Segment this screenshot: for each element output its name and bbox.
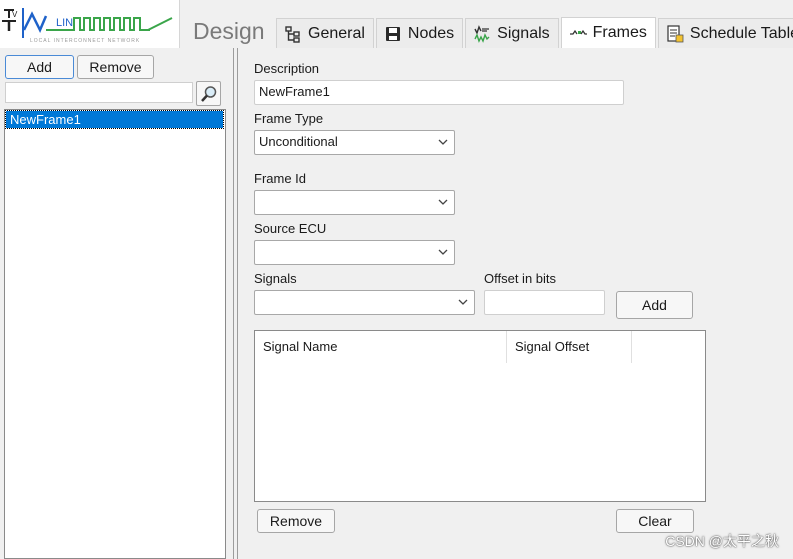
remove-frame-button[interactable]: Remove (77, 55, 154, 79)
logo-tagline: LOCAL INTERCONNECT NETWORK (30, 38, 141, 44)
chevron-down-icon (458, 299, 468, 306)
offset-label: Offset in bits (484, 271, 557, 286)
tab-signals-label: Signals (497, 24, 550, 42)
tab-nodes[interactable]: Nodes (375, 18, 464, 48)
add-frame-button[interactable]: Add (5, 55, 74, 79)
tab-frames[interactable]: Frames (560, 17, 656, 48)
watermark: CSDN @太平之秋 (665, 533, 779, 549)
frame-type-value: Unconditional (259, 134, 338, 149)
frames-list-panel: Add Remove NewFrame1 (0, 48, 232, 559)
description-label: Description (254, 61, 320, 76)
column-header-signal-offset[interactable]: Signal Offset (507, 331, 632, 363)
tab-schedule-table[interactable]: Schedule Table (657, 18, 793, 48)
panel-splitter[interactable] (232, 48, 240, 559)
tree-icon (284, 25, 302, 43)
source-ecu-label: Source ECU (254, 221, 327, 236)
chevron-down-icon (438, 139, 448, 146)
frame-list[interactable]: NewFrame1 (4, 109, 226, 559)
frame-id-label: Frame Id (254, 171, 307, 186)
tab-schedule-table-label: Schedule Table (689, 24, 793, 42)
tab-signals[interactable]: Signals (465, 18, 559, 48)
svg-text:V: V (12, 10, 18, 19)
frame-id-select[interactable] (254, 190, 455, 215)
frame-editor-panel: Description NewFrame1 Frame Type Uncondi… (240, 48, 793, 559)
save-disk-icon (384, 25, 402, 43)
tab-general[interactable]: General (276, 18, 374, 48)
frame-type-select[interactable]: Unconditional (254, 130, 455, 155)
signal-table[interactable]: Signal Name Signal Offset (254, 330, 706, 502)
chevron-down-icon (438, 199, 448, 206)
tab-bar: General Nodes Signals Frames Schedule Ta… (276, 17, 793, 48)
tab-frames-label: Frames (592, 24, 647, 41)
tab-nodes-label: Nodes (407, 24, 455, 42)
add-signal-button[interactable]: Add (616, 291, 693, 319)
description-field[interactable]: NewFrame1 (254, 80, 624, 105)
remove-signal-button[interactable]: Remove (257, 509, 335, 533)
design-heading: Design (193, 18, 265, 44)
signals-label: Signals (254, 271, 297, 286)
list-item[interactable]: NewFrame1 (5, 110, 224, 129)
search-icon (201, 86, 217, 102)
source-ecu-select[interactable] (254, 240, 455, 265)
tab-general-label: General (308, 24, 365, 42)
offset-field[interactable] (484, 290, 605, 315)
chevron-down-icon (438, 249, 448, 256)
app-logo: V LIN LOCAL INTERCONNECT NETWORK (0, 0, 180, 48)
frame-search-input[interactable] (5, 82, 193, 103)
clear-signals-button[interactable]: Clear (616, 509, 694, 533)
signals-select[interactable] (254, 290, 475, 315)
svg-text:LIN: LIN (56, 17, 73, 29)
frames-icon (569, 24, 587, 42)
schedule-table-icon (666, 24, 684, 43)
search-button[interactable] (196, 81, 221, 106)
signals-icon (473, 24, 491, 43)
column-header-signal-name[interactable]: Signal Name (255, 331, 507, 363)
frame-type-label: Frame Type (254, 111, 324, 126)
